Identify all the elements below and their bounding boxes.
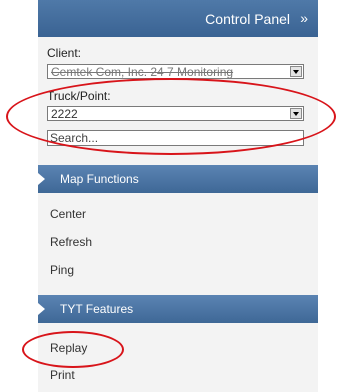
expand-arrow-icon <box>38 173 45 185</box>
truck-point-select-value: 2222 <box>51 107 78 121</box>
client-label: Client: <box>47 46 82 60</box>
menu-item-replay[interactable]: Replay <box>50 341 87 355</box>
menu-item-center[interactable]: Center <box>50 207 86 221</box>
map-functions-header[interactable]: Map Functions <box>38 165 318 193</box>
chevron-down-icon[interactable] <box>290 108 302 119</box>
expand-arrow-icon <box>38 303 45 315</box>
menu-item-print[interactable]: Print <box>50 368 75 382</box>
truck-point-select[interactable]: 2222 <box>47 106 304 121</box>
client-select[interactable]: Cemtek Com, Inc. 24 7 Monitoring <box>47 64 304 79</box>
search-input-text: Search... <box>50 131 99 145</box>
control-panel-header: Control Panel » <box>38 0 318 37</box>
client-select-value: Cemtek Com, Inc. 24 7 Monitoring <box>51 65 234 79</box>
tyt-features-title: TYT Features <box>60 302 134 316</box>
tyt-features-header[interactable]: TYT Features <box>38 295 318 323</box>
menu-item-refresh[interactable]: Refresh <box>50 235 92 249</box>
chevron-down-icon[interactable] <box>290 66 302 77</box>
search-input[interactable]: Search... <box>47 130 304 146</box>
truck-point-label: Truck/Point: <box>47 89 111 103</box>
map-functions-title: Map Functions <box>60 172 139 186</box>
control-panel: Control Panel » Client: Cemtek Com, Inc.… <box>38 0 318 392</box>
menu-item-ping[interactable]: Ping <box>50 263 74 277</box>
control-panel-title: Control Panel <box>205 11 290 27</box>
double-chevron-right-icon[interactable]: » <box>300 10 308 26</box>
